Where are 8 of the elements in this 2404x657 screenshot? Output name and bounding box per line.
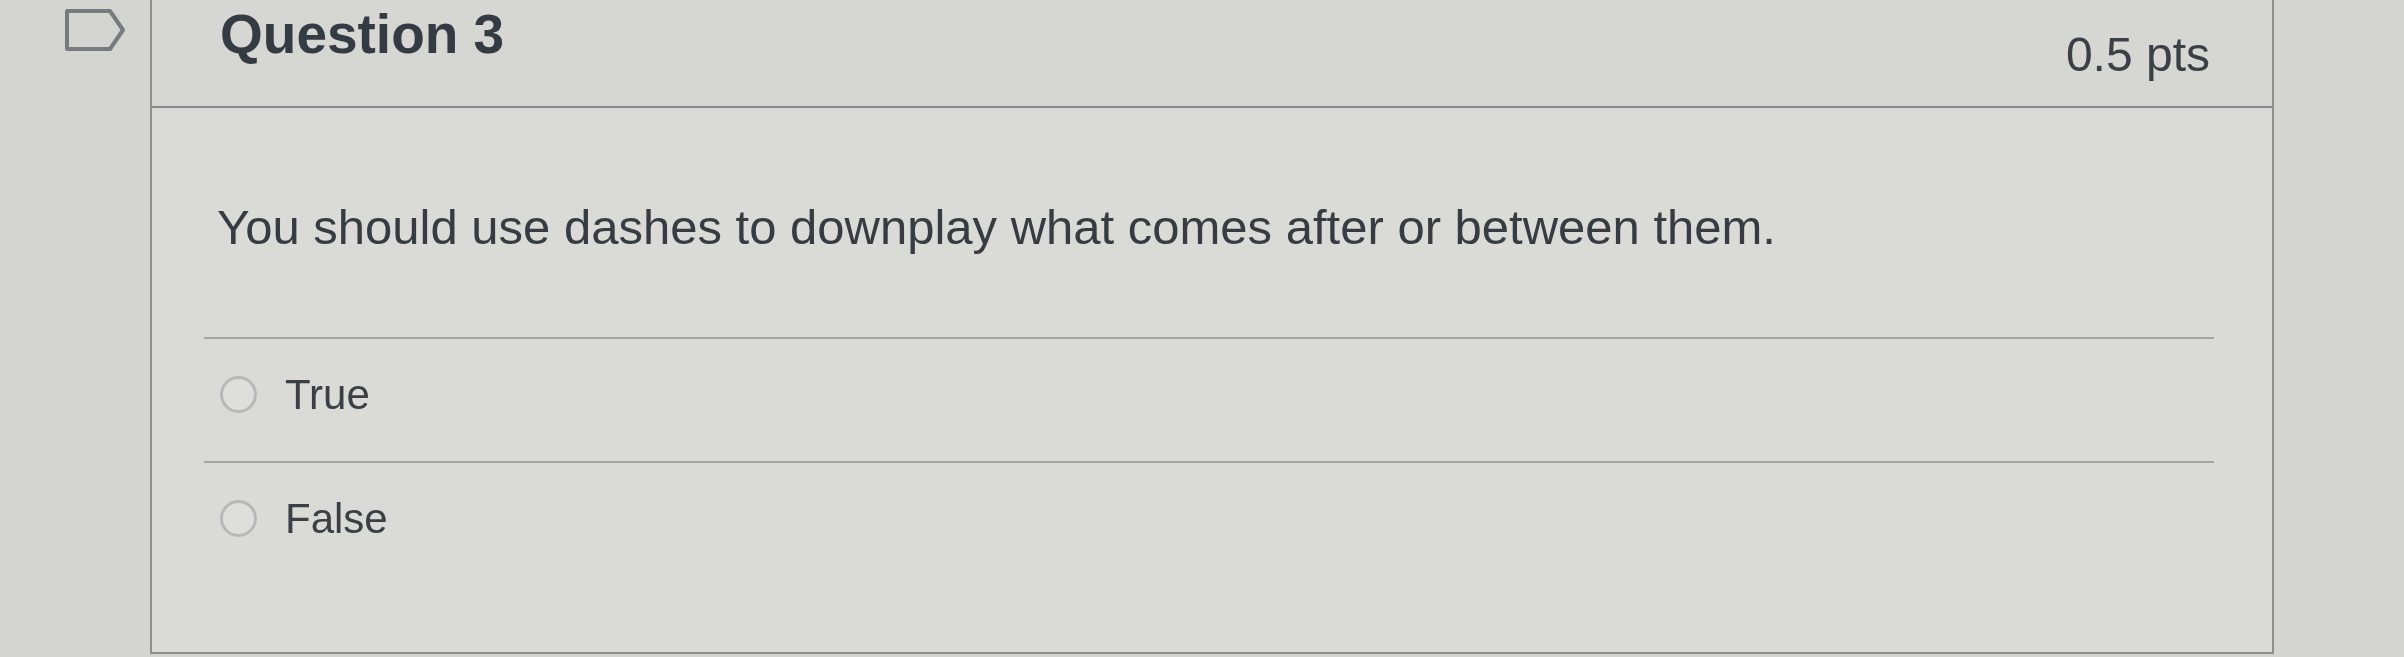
question-points: 0.5 pts [2065, 29, 2210, 82]
radio-button[interactable] [220, 500, 257, 538]
answer-label[interactable]: False [285, 493, 388, 544]
radio-button[interactable] [220, 376, 257, 414]
flag-icon[interactable] [64, 8, 126, 52]
answer-label[interactable]: True [285, 369, 370, 420]
question-text: You should use dashes to downplay what comes after or between them. [217, 199, 1777, 256]
question-title: Question 3 [220, 4, 505, 65]
